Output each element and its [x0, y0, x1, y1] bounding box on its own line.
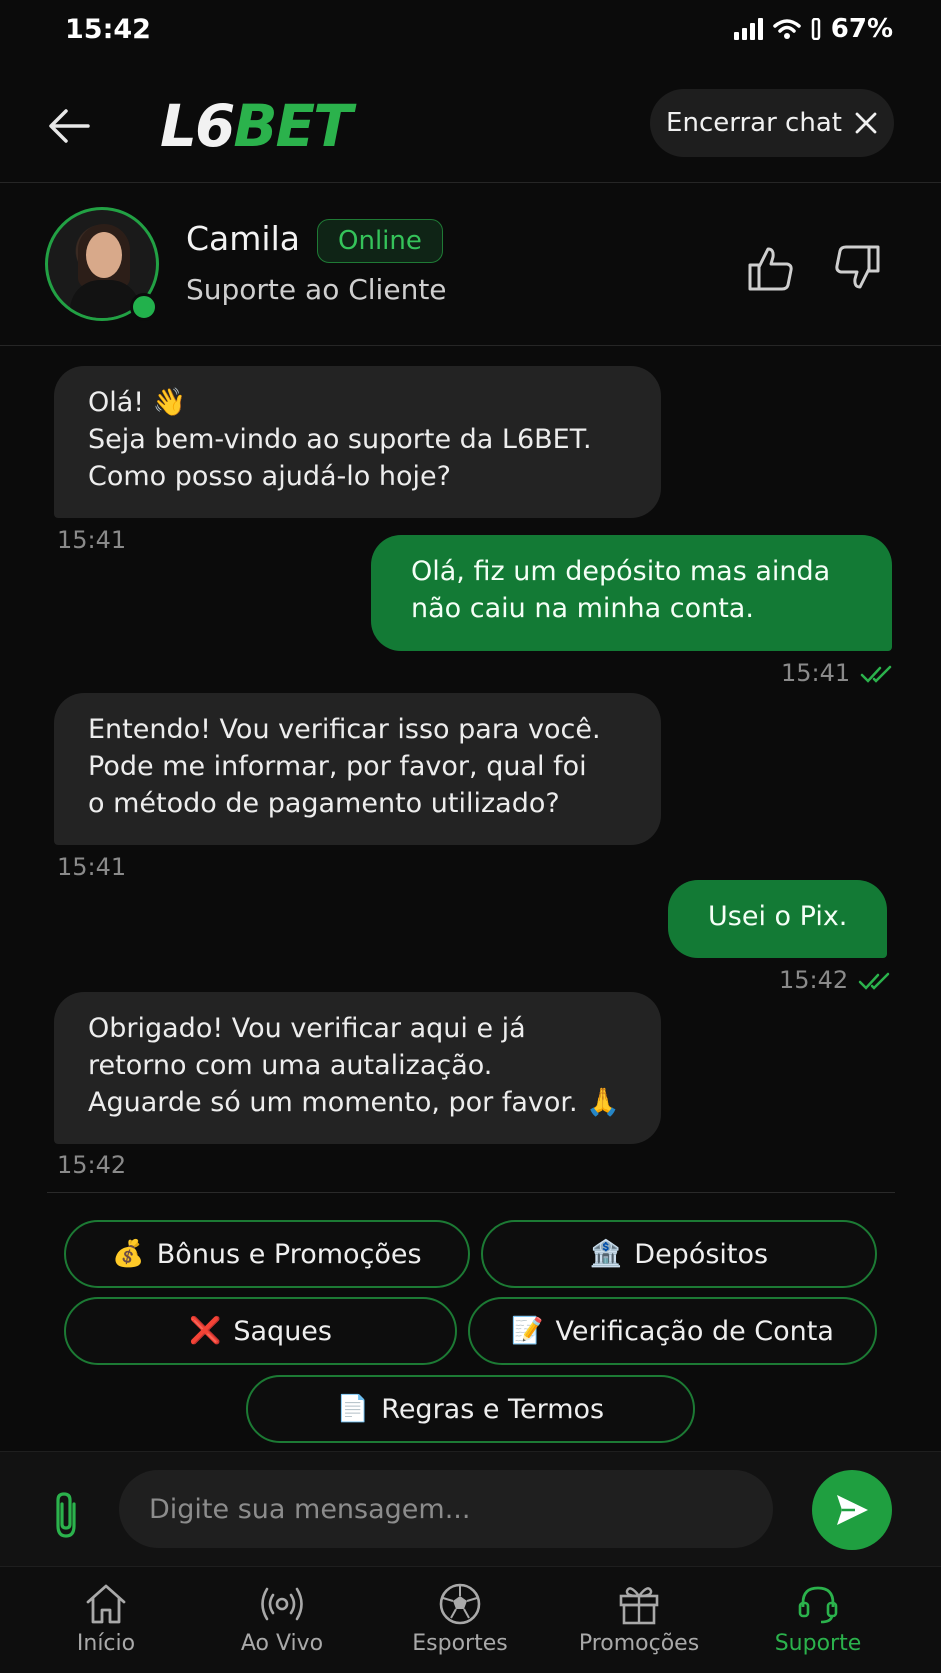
gift-icon: [619, 1587, 659, 1625]
message-text: Entendo! Vou verificar isso para você.: [88, 714, 601, 745]
logo-part-l6: L6: [160, 92, 235, 160]
message-text: Usei o Pix.: [708, 901, 848, 932]
memo-icon: 📝: [511, 1316, 544, 1346]
agent-role: Suporte ao Cliente: [186, 273, 447, 306]
send-button[interactable]: [812, 1470, 892, 1550]
nav-item-promotions[interactable]: Promoções: [545, 1567, 733, 1673]
quick-reply-label: Bônus e Promoções: [156, 1238, 422, 1270]
money-bag-icon: 💰: [112, 1239, 145, 1269]
battery-icon: [811, 18, 821, 40]
headset-icon: [798, 1586, 838, 1624]
nav-label: Ao Vivo: [240, 1631, 324, 1656]
message-timestamp: 15:42: [779, 966, 892, 994]
message-timestamp: 15:41: [57, 853, 127, 881]
status-badge: Online: [317, 219, 443, 263]
bank-icon: 🏦: [589, 1239, 623, 1269]
timestamp-text: 15:42: [779, 966, 849, 994]
message-timestamp: 15:41: [781, 659, 894, 687]
message-text: Como posso ajudá-lo hoje?: [88, 461, 451, 492]
message-text: Olá, fiz um depósito mas ainda: [411, 556, 831, 587]
cross-mark-icon: ❌: [189, 1316, 222, 1346]
user-message: Usei o Pix.: [668, 880, 887, 958]
signal-icon: [733, 18, 763, 40]
read-receipt-icon: [860, 665, 892, 683]
thumbs-down-icon[interactable]: [832, 243, 882, 293]
thumbs-up-icon[interactable]: [746, 243, 796, 293]
quick-reply-bonus[interactable]: 💰 Bônus e Promoções: [64, 1220, 470, 1288]
quick-reply-label: Regras e Termos: [381, 1393, 605, 1425]
message-text: Aguarde só um momento, por favor. 🙏: [88, 1087, 620, 1118]
message-timestamp: 15:42: [57, 1151, 127, 1179]
l6bet-logo: L6BET: [160, 90, 353, 162]
send-icon: [837, 1495, 868, 1525]
message-text: Olá! 👋: [88, 387, 187, 418]
agent-message: Olá! 👋 Seja bem-vindo ao suporte da L6BE…: [54, 366, 661, 518]
wifi-icon: [773, 19, 801, 39]
document-icon: 📄: [336, 1394, 370, 1424]
app-header: L6BET Encerrar chat: [0, 64, 941, 183]
message-text: Pode me informar, por favor, qual foi: [88, 751, 587, 782]
back-arrow-icon[interactable]: [44, 100, 96, 152]
quick-reply-account-verification[interactable]: 📝 Verificação de Conta: [468, 1297, 877, 1365]
message-text: não caiu na minha conta.: [411, 593, 754, 624]
message-input[interactable]: [119, 1470, 773, 1548]
quick-reply-label: Saques: [233, 1315, 332, 1347]
paperclip-icon[interactable]: [44, 1490, 88, 1540]
home-icon: [86, 1584, 126, 1624]
nav-label: Promoções: [578, 1631, 700, 1656]
quick-reply-deposits[interactable]: 🏦 Depósitos: [481, 1220, 877, 1288]
nav-label: Suporte: [774, 1631, 862, 1656]
battery-level: 67%: [830, 14, 893, 44]
user-message: Olá, fiz um depósito mas ainda não caiu …: [371, 535, 892, 651]
agent-message: Entendo! Vou verificar isso para você. P…: [54, 693, 661, 845]
soccer-ball-icon: [439, 1583, 481, 1625]
status-time: 15:42: [65, 14, 151, 45]
logo-part-bet: BET: [233, 92, 352, 160]
timestamp-text: 15:41: [781, 659, 851, 687]
status-bar: 15:42 67%: [0, 0, 941, 64]
agent-message: Obrigado! Vou verificar aqui e já retorn…: [54, 992, 661, 1144]
nav-label: Início: [76, 1631, 136, 1656]
message-text: o método de pagamento utilizado?: [88, 788, 560, 819]
nav-item-sports[interactable]: Esportes: [366, 1567, 554, 1673]
nav-item-home[interactable]: Início: [12, 1567, 200, 1673]
message-timestamp: 15:41: [57, 526, 127, 554]
quick-reply-label: Depósitos: [634, 1238, 769, 1270]
message-text: Obrigado! Vou verificar aqui e já: [88, 1013, 526, 1044]
quick-reply-withdrawals[interactable]: ❌ Saques: [64, 1297, 457, 1365]
divider: [47, 1192, 895, 1193]
end-chat-button[interactable]: Encerrar chat: [650, 89, 894, 157]
quick-reply-label: Verificação de Conta: [555, 1315, 834, 1347]
end-chat-label: Encerrar chat: [666, 108, 842, 138]
online-indicator: [130, 293, 158, 321]
message-text: retorno com uma autalização.: [88, 1050, 493, 1081]
quick-reply-rules-terms[interactable]: 📄 Regras e Termos: [246, 1375, 695, 1443]
nav-label: Esportes: [412, 1631, 508, 1656]
bottom-navigation: Início Ao Vivo Esportes Promoções Suport…: [0, 1566, 941, 1673]
live-icon: [261, 1587, 303, 1621]
agent-info-bar: Camila Online Suporte ao Cliente: [0, 183, 941, 346]
read-receipt-icon: [858, 972, 890, 990]
agent-name: Camila: [186, 219, 300, 258]
status-icons: 67%: [733, 14, 893, 44]
nav-item-support[interactable]: Suporte: [724, 1567, 912, 1673]
nav-item-live[interactable]: Ao Vivo: [188, 1567, 376, 1673]
message-composer: [0, 1452, 941, 1566]
close-icon: [855, 112, 877, 134]
message-text: Seja bem-vindo ao suporte da L6BET.: [88, 424, 592, 455]
